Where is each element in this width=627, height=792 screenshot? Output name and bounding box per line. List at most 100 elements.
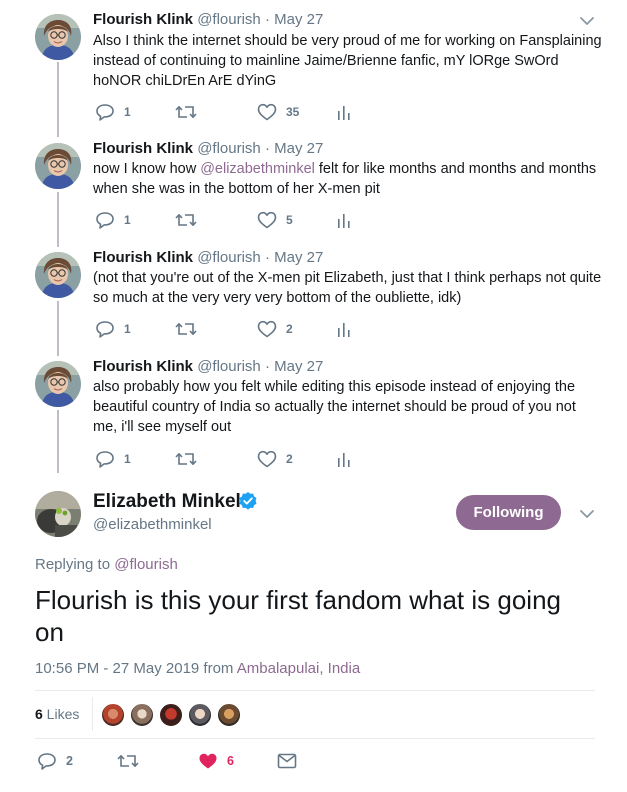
mention-link[interactable]: @flourish — [114, 556, 178, 573]
like-count: 6 — [227, 754, 234, 768]
tweet-text: also probably how you felt while editing… — [93, 379, 576, 435]
like-count: 35 — [286, 105, 300, 119]
thread-connector — [57, 62, 59, 137]
tweet-text-part: now I know how — [93, 161, 201, 177]
envelope-icon — [277, 753, 297, 769]
mention-link[interactable]: @elizabethminkel — [200, 161, 315, 177]
thread-tweet[interactable]: Flourish Klink @flourish · May 27 also p… — [0, 355, 627, 473]
author-name[interactable]: Flourish Klink — [93, 140, 193, 157]
thread-tweet[interactable]: Flourish Klink @flourish · May 27 now I … — [0, 137, 627, 247]
direct-message-button[interactable] — [277, 752, 297, 770]
tweet-date[interactable]: May 27 — [274, 358, 323, 375]
reply-count: 1 — [124, 452, 131, 466]
thread-connector — [57, 410, 59, 473]
like-count: 2 — [286, 452, 293, 466]
tweet-text: now I know how @elizabethminkel felt for… — [93, 159, 603, 199]
avatar[interactable] — [35, 14, 81, 60]
reply-icon — [95, 450, 115, 468]
reply-button[interactable]: 1 — [95, 320, 131, 338]
avatar[interactable] — [35, 361, 81, 407]
reply-button[interactable]: 1 — [95, 450, 131, 468]
reply-button[interactable]: 1 — [95, 211, 131, 229]
like-button[interactable]: 35 — [257, 103, 299, 121]
like-button[interactable]: 6 — [198, 752, 234, 770]
reply-count: 1 — [124, 105, 131, 119]
heart-icon — [257, 450, 277, 468]
tweet-header: Flourish Klink @flourish · May 27 — [93, 249, 323, 267]
analytics-button[interactable] — [337, 211, 351, 229]
separator-dot: · — [264, 249, 270, 266]
avatar[interactable] — [35, 491, 81, 537]
thread-tweet[interactable]: Flourish Klink @flourish · May 27 (not t… — [0, 246, 627, 356]
thread-tweet[interactable]: Flourish Klink @flourish · May 27 Also I… — [0, 0, 627, 137]
following-button[interactable]: Following — [456, 495, 561, 530]
avatar-image — [35, 491, 81, 537]
avatar[interactable] — [35, 143, 81, 189]
reply-button[interactable]: 1 — [95, 103, 131, 121]
verified-badge-icon — [239, 492, 257, 510]
tweet-header: Flourish Klink @flourish · May 27 — [93, 140, 323, 158]
liker-avatar[interactable] — [101, 703, 125, 727]
author-name[interactable]: Flourish Klink — [93, 11, 193, 28]
timestamp-text[interactable]: 10:56 PM - 27 May 2019 from — [35, 660, 237, 677]
tweet-timestamp: 10:56 PM - 27 May 2019 from Ambalapulai,… — [35, 660, 360, 677]
retweet-icon — [117, 752, 139, 770]
author-handle[interactable]: @flourish — [197, 11, 261, 28]
author-name[interactable]: Flourish Klink — [93, 249, 193, 266]
chevron-down-icon[interactable] — [578, 507, 596, 521]
retweet-icon — [175, 320, 197, 338]
liker-avatar[interactable] — [130, 703, 154, 727]
retweet-icon — [175, 450, 197, 468]
retweet-button[interactable] — [175, 320, 206, 338]
avatar[interactable] — [35, 252, 81, 298]
retweet-button[interactable] — [175, 450, 206, 468]
author-handle[interactable]: @flourish — [197, 140, 261, 157]
heart-icon — [198, 752, 218, 770]
author-handle[interactable]: @flourish — [197, 249, 261, 266]
tweet-date[interactable]: May 27 — [274, 140, 323, 157]
replying-prefix: Replying to — [35, 556, 115, 573]
retweet-icon — [175, 211, 197, 229]
heart-icon — [257, 103, 277, 121]
author-name[interactable]: Flourish Klink — [93, 358, 193, 375]
tweet-actions: 1 5 — [93, 211, 393, 229]
like-button[interactable]: 2 — [257, 450, 293, 468]
reply-icon — [37, 752, 57, 770]
chevron-down-icon[interactable] — [578, 14, 596, 28]
likes-label: Likes — [42, 706, 80, 722]
author-name[interactable]: Elizabeth Minkel — [93, 491, 241, 513]
liker-avatar[interactable] — [188, 703, 212, 727]
like-button[interactable]: 2 — [257, 320, 293, 338]
reply-count: 1 — [124, 213, 131, 227]
divider — [35, 690, 595, 691]
tweet-header: Flourish Klink @flourish · May 27 — [93, 11, 323, 29]
tweet-actions: 2 6 — [37, 752, 337, 770]
analytics-button[interactable] — [337, 103, 351, 121]
separator-dot: · — [264, 11, 270, 28]
analytics-button[interactable] — [337, 450, 351, 468]
analytics-icon — [337, 320, 351, 338]
likes-summary[interactable]: 6 Likes — [35, 706, 79, 722]
reply-icon — [95, 211, 115, 229]
liker-avatar[interactable] — [217, 703, 241, 727]
reply-icon — [95, 103, 115, 121]
reply-button[interactable]: 2 — [37, 752, 73, 770]
like-button[interactable]: 5 — [257, 211, 293, 229]
like-count: 2 — [286, 322, 293, 336]
analytics-icon — [337, 103, 351, 121]
heart-icon — [257, 211, 277, 229]
author-handle[interactable]: @flourish — [197, 358, 261, 375]
location-link[interactable]: Ambalapulai, India — [237, 660, 360, 677]
retweet-button[interactable] — [175, 103, 206, 121]
retweet-button[interactable] — [117, 752, 148, 770]
retweet-icon — [175, 103, 197, 121]
tweet-date[interactable]: May 27 — [274, 249, 323, 266]
retweet-button[interactable] — [175, 211, 206, 229]
tweet-date[interactable]: May 27 — [274, 11, 323, 28]
replying-to: Replying to @flourish — [35, 556, 178, 573]
divider — [35, 738, 595, 739]
analytics-button[interactable] — [337, 320, 351, 338]
author-handle[interactable]: @elizabethminkel — [93, 516, 212, 533]
liker-avatar[interactable] — [159, 703, 183, 727]
thread-connector — [57, 301, 59, 356]
